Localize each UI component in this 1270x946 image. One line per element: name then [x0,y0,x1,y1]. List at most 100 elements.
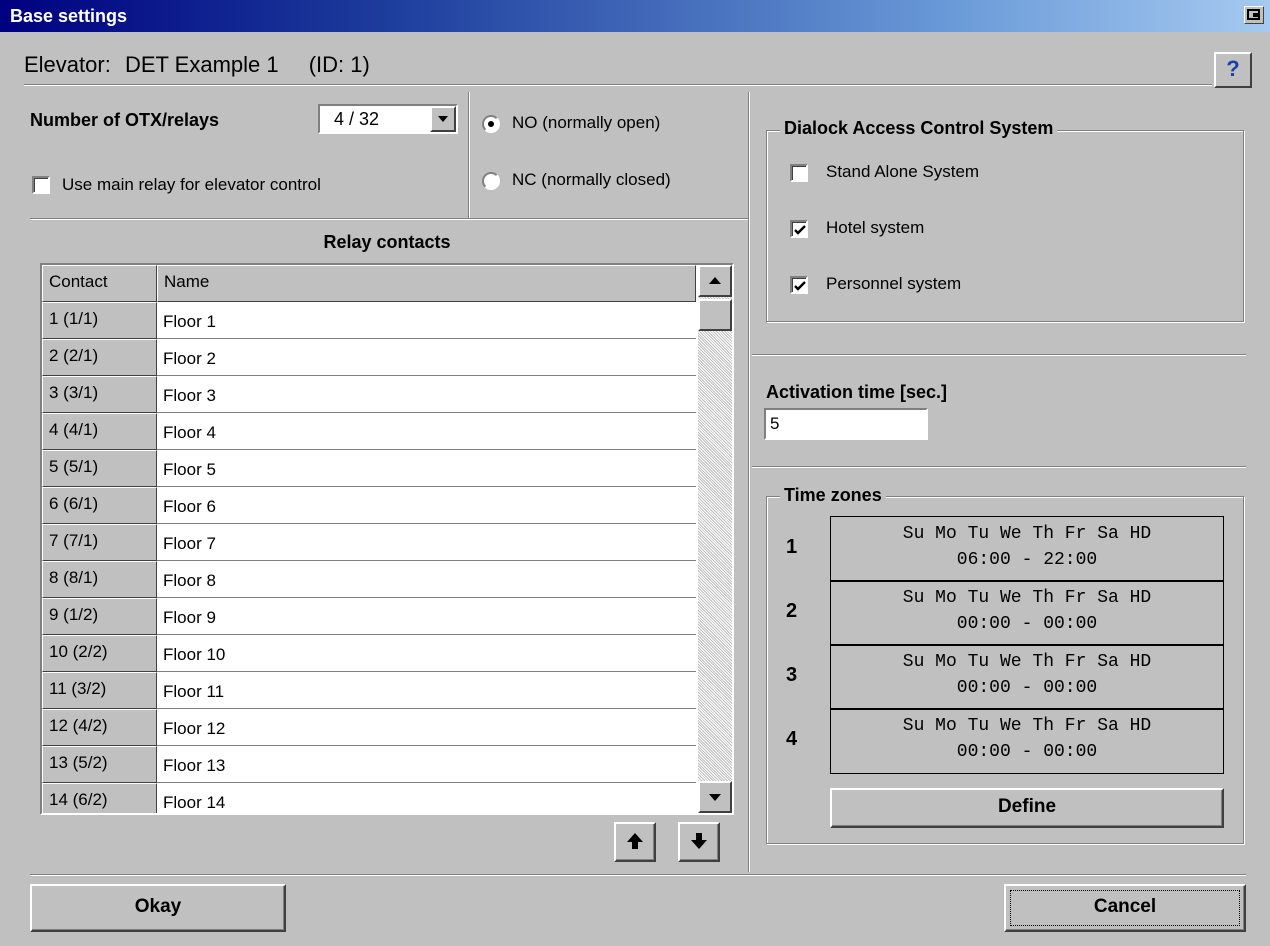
name-cell[interactable]: Floor 4 [157,413,696,450]
normally-closed-radio[interactable] [482,172,500,190]
table-row[interactable]: 8 (8/1) Floor 8 [42,561,696,598]
contact-cell: 4 (4/1) [42,413,157,450]
use-main-relay-checkbox[interactable] [32,176,50,194]
scroll-thumb[interactable] [698,299,732,331]
relay-contacts-grid[interactable]: Contact Name 1 (1/1) Floor 12 (2/1) Floor … [40,263,734,815]
cancel-button[interactable]: Cancel [1004,884,1246,932]
name-cell[interactable]: Floor 11 [157,672,696,709]
name-cell[interactable]: Floor 2 [157,339,696,376]
table-row[interactable]: 13 (5/2) Floor 13 [42,746,696,783]
table-row[interactable]: 6 (6/1) Floor 6 [42,487,696,524]
table-row[interactable]: 12 (4/2) Floor 12 [42,709,696,746]
vertical-scrollbar[interactable] [698,265,732,813]
time-zone-1[interactable]: Su Mo Tu We Th Fr Sa HD 06:00 - 22:00 [830,516,1224,582]
table-row[interactable]: 1 (1/1) Floor 1 [42,302,696,339]
time-zone-number: 3 [786,664,798,686]
name-cell[interactable]: Floor 5 [157,450,696,487]
relay-count-value: 4 / 32 [334,109,380,129]
stand-alone-checkbox[interactable] [790,164,808,182]
contact-cell: 11 (3/2) [42,672,157,709]
time-zones-title: Time zones [780,485,886,506]
elevator-label: Elevator: [24,52,111,77]
move-up-button[interactable] [614,822,656,862]
table-row[interactable]: 3 (3/1) Floor 3 [42,376,696,413]
checkmark-icon [794,225,806,235]
help-button[interactable]: ? [1214,52,1252,88]
column-header-name[interactable]: Name [157,265,696,302]
time-zone-range: 00:00 - 00:00 [956,678,1098,698]
table-row[interactable]: 2 (2/1) Floor 2 [42,339,696,376]
scroll-down-button[interactable] [698,781,732,813]
contact-cell: 14 (6/2) [42,783,157,813]
column-header-contact[interactable]: Contact [42,265,157,302]
table-row[interactable]: 11 (3/2) Floor 11 [42,672,696,709]
name-cell[interactable]: Floor 1 [157,302,696,339]
name-cell[interactable]: Floor 13 [157,746,696,783]
time-zone-3[interactable]: Su Mo Tu We Th Fr Sa HD 00:00 - 00:00 [830,644,1224,710]
table-row[interactable]: 5 (5/1) Floor 5 [42,450,696,487]
hotel-system-checkbox[interactable] [790,220,808,238]
vertical-divider [748,92,750,872]
table-row[interactable]: 9 (1/2) Floor 9 [42,598,696,635]
scroll-up-button[interactable] [698,265,732,297]
name-cell[interactable]: Floor 9 [157,598,696,635]
contact-cell: 9 (1/2) [42,598,157,635]
checkmark-icon [794,281,806,291]
personnel-system-label: Personnel system [826,274,962,293]
name-cell[interactable]: Floor 6 [157,487,696,524]
access-divider [752,354,1246,356]
time-zone-range: 06:00 - 22:00 [956,550,1098,570]
time-zone-days: Su Mo Tu We Th Fr Sa HD [902,716,1152,736]
use-main-relay-label: Use main relay for elevator control [62,175,321,194]
table-row[interactable]: 4 (4/1) Floor 4 [42,413,696,450]
arrow-up-icon [627,833,643,849]
table-row[interactable]: 10 (2/2) Floor 10 [42,635,696,672]
name-cell[interactable]: Floor 3 [157,376,696,413]
stand-alone-label: Stand Alone System [826,162,980,181]
table-row[interactable]: 14 (6/2) Floor 14 [42,783,696,813]
scroll-down-icon [709,794,721,801]
relay-contacts-title: Relay contacts [323,232,451,252]
time-zone-4[interactable]: Su Mo Tu We Th Fr Sa HD 00:00 - 00:00 [830,708,1224,774]
time-zone-range: 00:00 - 00:00 [956,614,1098,634]
window-restore-button[interactable] [1244,6,1264,24]
name-cell[interactable]: Floor 7 [157,524,696,561]
time-zone-days: Su Mo Tu We Th Fr Sa HD [902,524,1152,544]
header-divider [24,84,1212,86]
move-down-button[interactable] [678,822,720,862]
name-cell[interactable]: Floor 10 [157,635,696,672]
normally-open-label: NO (normally open) [512,113,661,132]
scroll-up-icon [709,277,721,284]
name-cell[interactable]: Floor 8 [157,561,696,598]
contact-cell: 3 (3/1) [42,376,157,413]
window-title: Base settings [10,6,128,26]
contact-cell: 10 (2/2) [42,635,157,672]
name-cell[interactable]: Floor 14 [157,783,696,813]
contact-cell: 13 (5/2) [42,746,157,783]
time-zone-number: 2 [786,600,798,622]
contact-cell: 6 (6/1) [42,487,157,524]
table-row[interactable]: 7 (7/1) Floor 7 [42,524,696,561]
arrow-down-icon [691,833,707,849]
time-zone-2[interactable]: Su Mo Tu We Th Fr Sa HD 00:00 - 00:00 [830,580,1224,646]
name-cell[interactable]: Floor 12 [157,709,696,746]
time-zone-days: Su Mo Tu We Th Fr Sa HD [902,588,1152,608]
activation-time-input[interactable]: 5 [764,408,928,440]
relay-count-select[interactable]: 4 / 32 [318,104,458,134]
elevator-id: (ID: 1) [308,52,370,77]
chevron-down-icon[interactable] [430,106,456,132]
elevator-header: Elevator: DET Example 1 (ID: 1) [24,52,370,78]
define-button[interactable]: Define [830,788,1224,828]
relay-top-divider [30,218,748,220]
time-zone-range: 00:00 - 00:00 [956,742,1098,762]
time-zone-number: 1 [786,536,798,558]
normally-closed-label: NC (normally closed) [512,170,671,189]
normally-open-radio[interactable] [482,115,500,133]
activation-divider [752,466,1246,468]
okay-button[interactable]: Okay [30,884,286,932]
mode-divider [468,92,470,218]
radio-selected-dot [488,121,494,127]
contact-cell: 7 (7/1) [42,524,157,561]
elevator-name: DET Example 1 [124,52,279,77]
personnel-system-checkbox[interactable] [790,276,808,294]
